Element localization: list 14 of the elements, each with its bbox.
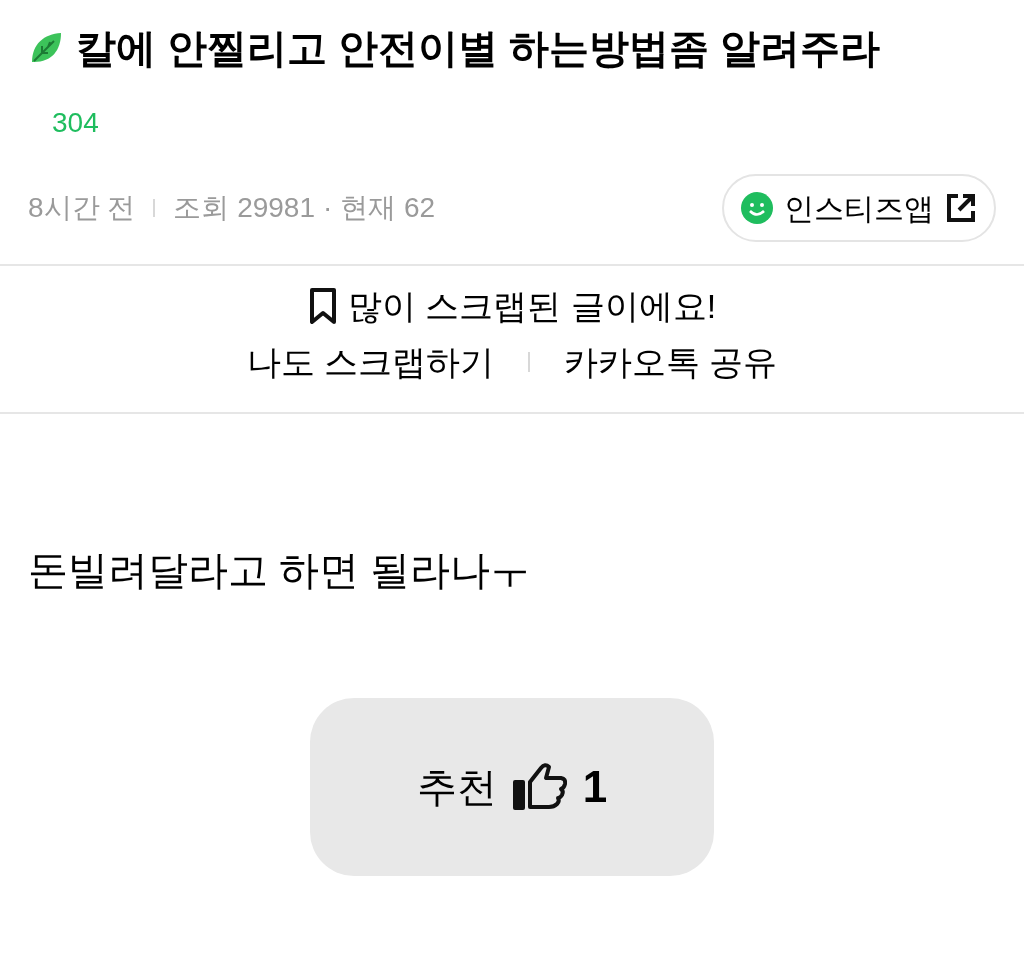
- post-time: 8시간 전: [28, 191, 136, 225]
- recommend-button[interactable]: 추천 1: [310, 698, 714, 876]
- app-button[interactable]: 인스티즈앱: [722, 174, 996, 242]
- scrap-notice: 많이 스크랩된 글이에요!: [347, 286, 717, 327]
- scrap-link[interactable]: 나도 스크랩하기: [246, 332, 494, 392]
- view-count: 조회 29981: [173, 191, 315, 225]
- external-link-icon: [944, 191, 978, 225]
- post-body: 돈빌려달라고 하면 될라나ㅜ: [28, 547, 532, 594]
- bookmark-icon: [307, 287, 338, 325]
- post-title: 칼에 안찔리고 안전이별 하는방법좀 알려주라: [76, 25, 881, 72]
- share-link[interactable]: 카카오톡 공유: [564, 332, 778, 392]
- thumbs-up-icon: [510, 762, 569, 812]
- smiley-icon: [740, 191, 774, 225]
- current-viewers: · 현재 62: [323, 191, 436, 225]
